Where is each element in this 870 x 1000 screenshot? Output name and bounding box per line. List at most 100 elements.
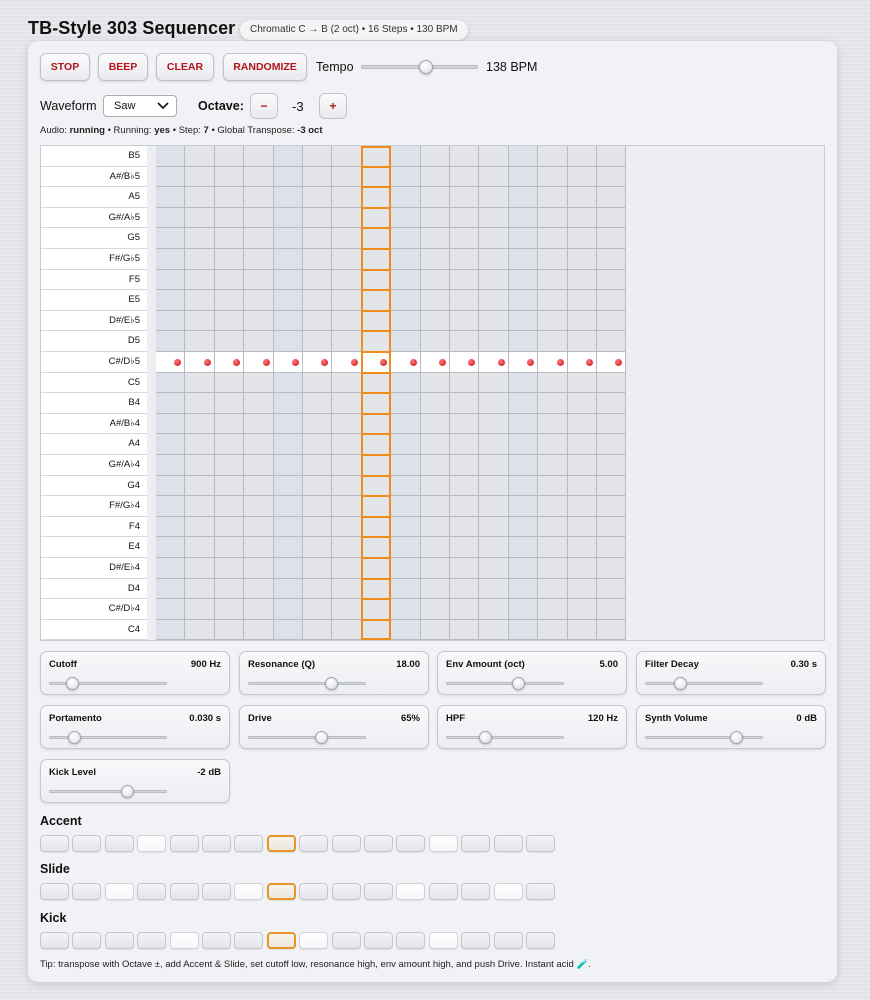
grid-cell[interactable]	[420, 619, 450, 641]
grid-cell[interactable]	[332, 146, 362, 167]
grid-cell[interactable]	[538, 393, 568, 414]
grid-cell[interactable]	[567, 475, 597, 497]
slide-step-button[interactable]	[169, 883, 199, 900]
grid-cell[interactable]	[420, 393, 450, 414]
grid-cell[interactable]	[185, 290, 215, 311]
accent-step-button[interactable]	[364, 835, 393, 852]
grid-cell[interactable]	[303, 496, 333, 517]
accent-step-button[interactable]	[104, 835, 134, 852]
grid-cell[interactable]	[420, 249, 450, 270]
grid-cell[interactable]	[214, 516, 245, 538]
grid-cell[interactable]	[185, 578, 215, 600]
grid-cell[interactable]	[450, 558, 480, 579]
grid-cell[interactable]	[508, 434, 539, 455]
grid-cell[interactable]	[156, 599, 186, 620]
grid-cell[interactable]	[332, 537, 362, 558]
accent-step-button[interactable]	[169, 835, 199, 852]
grid-cell[interactable]	[450, 413, 480, 435]
grid-cell[interactable]	[391, 393, 421, 414]
grid-cell[interactable]	[185, 475, 215, 497]
grid-cell[interactable]	[597, 599, 627, 620]
grid-cell[interactable]	[332, 475, 362, 497]
slide-step-button[interactable]	[396, 883, 426, 900]
grid-cell[interactable]	[450, 434, 480, 455]
grid-cell[interactable]	[244, 516, 274, 538]
grid-cell[interactable]	[538, 187, 568, 208]
grid-cell[interactable]	[450, 207, 480, 229]
grid-cell[interactable]	[597, 455, 627, 476]
grid-cell[interactable]	[391, 455, 421, 476]
grid-cell[interactable]	[597, 310, 627, 332]
control-slider-thumb[interactable]	[478, 731, 492, 744]
grid-cell[interactable]	[479, 558, 509, 579]
grid-cell[interactable]	[567, 496, 597, 517]
grid-cell[interactable]	[214, 310, 245, 332]
grid-cell[interactable]	[567, 207, 597, 229]
slide-step-button[interactable]	[202, 883, 231, 900]
grid-cell[interactable]	[244, 290, 274, 311]
grid-cell[interactable]	[450, 290, 480, 311]
grid-cell[interactable]	[273, 434, 303, 455]
grid-cell[interactable]	[597, 434, 627, 455]
accent-step-button[interactable]	[526, 835, 555, 852]
grid-cell[interactable]	[450, 599, 480, 620]
grid-cell[interactable]	[214, 146, 245, 167]
grid-cell[interactable]	[391, 599, 421, 620]
grid-cell[interactable]	[185, 599, 215, 620]
kick-step-button[interactable]	[266, 932, 296, 949]
grid-cell[interactable]	[244, 578, 274, 600]
grid-cell[interactable]	[538, 269, 568, 291]
grid-cell[interactable]	[508, 619, 539, 641]
grid-cell[interactable]	[479, 619, 509, 641]
grid-cell[interactable]	[214, 249, 245, 270]
grid-cell[interactable]	[303, 310, 333, 332]
accent-step-button[interactable]	[202, 835, 231, 852]
grid-cell[interactable]	[332, 599, 362, 620]
grid-cell[interactable]	[244, 537, 274, 558]
grid-cell[interactable]	[450, 146, 480, 167]
grid-cell[interactable]	[156, 310, 186, 332]
grid-cell[interactable]	[214, 455, 245, 476]
grid-cell[interactable]	[597, 249, 627, 270]
grid-cell[interactable]	[303, 393, 333, 414]
accent-step-button[interactable]	[396, 835, 426, 852]
grid-cell[interactable]	[538, 455, 568, 476]
grid-cell[interactable]	[214, 207, 245, 229]
grid-cell[interactable]	[538, 207, 568, 229]
grid-cell[interactable]	[508, 558, 539, 579]
grid-cell[interactable]	[479, 310, 509, 332]
slide-step-button[interactable]	[104, 883, 134, 900]
beep-button[interactable]: BEEP	[98, 53, 148, 81]
grid-cell[interactable]	[332, 619, 362, 641]
grid-cell[interactable]	[244, 310, 274, 332]
grid-cell[interactable]	[273, 455, 303, 476]
grid-cell[interactable]	[303, 372, 333, 394]
slide-step-button[interactable]	[493, 883, 523, 900]
grid-cell[interactable]	[332, 455, 362, 476]
control-slider-thumb[interactable]	[67, 731, 81, 744]
grid-cell[interactable]	[479, 496, 509, 517]
grid-cell[interactable]	[244, 372, 274, 394]
grid-cell[interactable]	[273, 207, 303, 229]
grid-cell[interactable]	[156, 413, 186, 435]
grid-cell[interactable]	[391, 578, 421, 600]
grid-cell[interactable]	[420, 310, 450, 332]
grid-cell[interactable]	[156, 146, 186, 167]
accent-step-button[interactable]	[266, 835, 296, 852]
grid-cell[interactable]	[273, 475, 303, 497]
grid-cell[interactable]	[450, 516, 480, 538]
grid-cell[interactable]	[332, 516, 362, 538]
grid-cell[interactable]	[567, 537, 597, 558]
control-slider-thumb[interactable]	[121, 785, 135, 798]
grid-cell[interactable]	[450, 475, 480, 497]
grid-cell[interactable]	[391, 558, 421, 579]
grid-cell[interactable]	[332, 496, 362, 517]
grid-cell[interactable]	[273, 413, 303, 435]
grid-cell[interactable]	[450, 228, 480, 249]
grid-cell[interactable]	[214, 496, 245, 517]
grid-cell[interactable]	[303, 455, 333, 476]
grid-cell[interactable]	[597, 578, 627, 600]
slide-step-button[interactable]	[526, 883, 555, 900]
grid-cell[interactable]	[185, 619, 215, 641]
grid-cell[interactable]	[567, 310, 597, 332]
